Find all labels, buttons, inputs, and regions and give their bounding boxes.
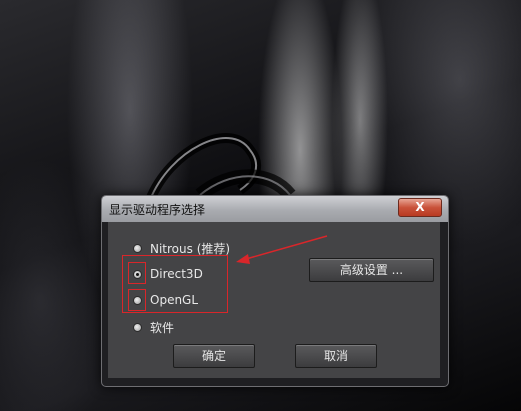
arrow-annotation-icon [236, 235, 328, 264]
